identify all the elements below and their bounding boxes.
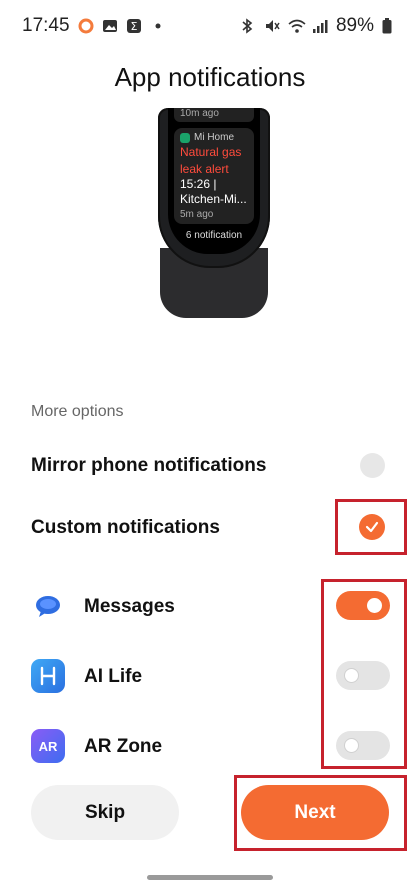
ar-zone-icon: AR — [31, 729, 65, 763]
band-top-card-time: 10m ago — [180, 108, 219, 119]
svg-text:Σ: Σ — [130, 20, 137, 33]
wifi-icon — [288, 18, 306, 34]
sigma-app-icon: Σ — [126, 18, 142, 34]
custom-notifications-label: Custom notifications — [31, 517, 220, 538]
band-detail-line-2: Kitchen-Mi... — [180, 192, 247, 206]
status-time: 17:45 — [22, 15, 70, 36]
checkmark-icon — [365, 521, 379, 533]
toggle-messages[interactable] — [336, 591, 390, 620]
band-screen: 10m ago Mi Home Natural gas leak alert 1… — [168, 108, 260, 254]
messages-icon — [31, 589, 65, 623]
band-alert-line-2: leak alert — [180, 162, 229, 176]
band-illustration: 10m ago Mi Home Natural gas leak alert 1… — [140, 108, 290, 318]
app-name-ar-zone: AR Zone — [84, 736, 163, 757]
band-alert-line-1: Natural gas — [180, 145, 242, 159]
record-circle-icon — [78, 18, 94, 34]
ai-life-icon — [31, 659, 65, 693]
band-time-ago: 5m ago — [180, 209, 214, 220]
battery-percent: 89% — [335, 15, 374, 36]
band-app-row: Mi Home — [180, 132, 248, 143]
toggle-knob — [367, 598, 382, 613]
band-previous-notification: 10m ago — [174, 108, 254, 122]
band-detail-line-1: 15:26 | — [180, 177, 217, 191]
toggle-knob — [344, 738, 359, 753]
mi-home-icon — [180, 132, 190, 143]
status-bar: 17:45 Σ 89% — [0, 0, 420, 52]
status-left: 17:45 Σ — [22, 15, 166, 37]
toggle-knob — [344, 668, 359, 683]
battery-icon — [382, 18, 398, 34]
next-button[interactable]: Next — [241, 785, 389, 840]
home-indicator[interactable] — [147, 875, 273, 880]
mute-icon — [264, 18, 280, 34]
app-name-messages: Messages — [84, 596, 175, 617]
band-app-name: Mi Home — [194, 132, 235, 143]
band-notification-card: Mi Home Natural gas leak alert 15:26 | K… — [174, 128, 254, 224]
gallery-icon — [102, 18, 118, 34]
dot-icon — [150, 18, 166, 34]
mirror-notifications-radio[interactable] — [360, 453, 385, 478]
skip-button[interactable]: Skip — [31, 785, 179, 840]
ar-zone-icon-text: AR — [38, 738, 58, 754]
app-name-ai-life: AI Life — [84, 666, 143, 687]
custom-notifications-radio[interactable] — [359, 514, 385, 540]
mirror-notifications-label: Mirror phone notifications — [31, 455, 267, 476]
bluetooth-icon — [240, 18, 256, 34]
toggle-ar-zone[interactable] — [336, 731, 390, 760]
toggle-ai-life[interactable] — [336, 661, 390, 690]
band-notification-count: 6 notification — [185, 230, 243, 241]
section-label: More options — [31, 403, 124, 420]
status-right: 89% — [240, 15, 398, 37]
signal-icon — [312, 18, 328, 34]
page-title: App notifications — [114, 62, 306, 92]
